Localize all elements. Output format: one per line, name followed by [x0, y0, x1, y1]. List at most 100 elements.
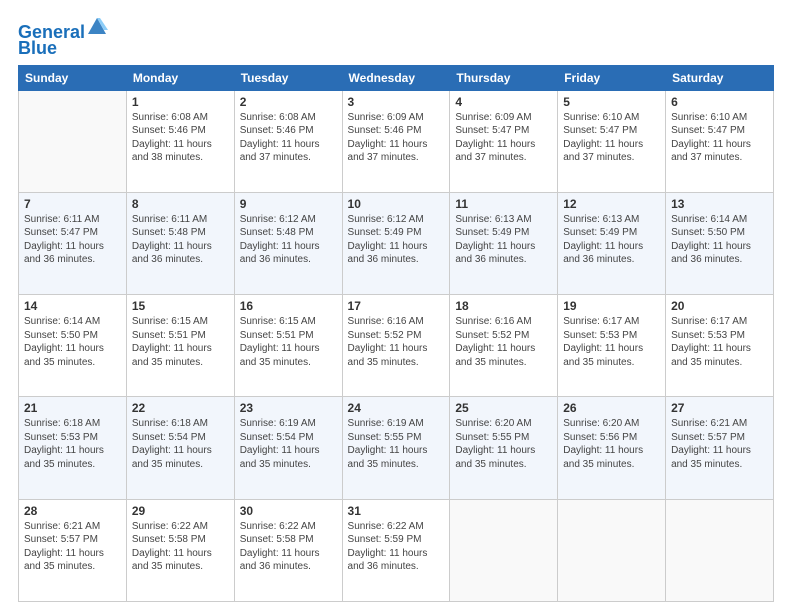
day-info: Sunrise: 6:09 AM Sunset: 5:46 PM Dayligh…	[348, 111, 445, 165]
day-number: 11	[455, 197, 552, 211]
day-cell-5: 5 Sunrise: 6:10 AM Sunset: 5:47 PM Daylig…	[558, 90, 666, 192]
day-cell-6: 6Sunrise: 6:10 AM Sunset: 5:47 PM Daylig…	[666, 90, 774, 192]
day-number: 20	[671, 299, 768, 313]
day-cell-12: 12 Sunrise: 6:13 AM Sunset: 5:49 PM Dayli…	[558, 192, 666, 294]
col-header-saturday: Saturday	[666, 65, 774, 90]
day-number: 19	[563, 299, 660, 313]
day-cell-29: 29Sunrise: 6:22 AM Sunset: 5:58 PM Dayli…	[126, 499, 234, 601]
day-info: Sunrise: 6:11 AM Sunset: 5:48 PM Dayligh…	[132, 213, 229, 267]
day-cell-25: 25 Sunrise: 6:20 AM Sunset: 5:55 PM Dayli…	[450, 397, 558, 499]
day-number: 28	[24, 504, 121, 518]
day-cell-20: 20 Sunrise: 6:17 AM Sunset: 5:53 PM Dayli…	[666, 295, 774, 397]
day-number: 31	[348, 504, 445, 518]
col-header-thursday: Thursday	[450, 65, 558, 90]
week-row-3: 14 Sunrise: 6:14 AM Sunset: 5:50 PM Dayli…	[19, 295, 774, 397]
header: General Blue	[18, 18, 774, 59]
col-header-sunday: Sunday	[19, 65, 127, 90]
day-info: Sunrise: 6:13 AM Sunset: 5:49 PM Dayligh…	[563, 213, 660, 267]
day-number: 1	[132, 95, 229, 109]
day-cell-16: 16 Sunrise: 6:15 AM Sunset: 5:51 PM Dayli…	[234, 295, 342, 397]
day-number: 24	[348, 401, 445, 415]
day-cell-7: 7 Sunrise: 6:11 AM Sunset: 5:47 PM Daylig…	[19, 192, 127, 294]
day-info: Sunrise: 6:14 AM Sunset: 5:50 PM Dayligh…	[24, 315, 121, 369]
day-info: Sunrise: 6:22 AM Sunset: 5:58 PM Dayligh…	[240, 520, 337, 574]
day-info: Sunrise: 6:14 AM Sunset: 5:50 PM Dayligh…	[671, 213, 768, 267]
day-cell-21: 21Sunrise: 6:18 AM Sunset: 5:53 PM Dayli…	[19, 397, 127, 499]
day-info: Sunrise: 6:22 AM Sunset: 5:59 PM Dayligh…	[348, 520, 445, 574]
day-number: 10	[348, 197, 445, 211]
day-cell-10: 10 Sunrise: 6:12 AM Sunset: 5:49 PM Dayli…	[342, 192, 450, 294]
day-info: Sunrise: 6:20 AM Sunset: 5:56 PM Dayligh…	[563, 417, 660, 471]
day-number: 27	[671, 401, 768, 415]
day-number: 9	[240, 197, 337, 211]
day-cell-11: 11 Sunrise: 6:13 AM Sunset: 5:49 PM Dayli…	[450, 192, 558, 294]
day-number: 22	[132, 401, 229, 415]
day-cell-30: 30 Sunrise: 6:22 AM Sunset: 5:58 PM Dayli…	[234, 499, 342, 601]
day-cell-14: 14 Sunrise: 6:14 AM Sunset: 5:50 PM Dayli…	[19, 295, 127, 397]
day-number: 12	[563, 197, 660, 211]
day-number: 2	[240, 95, 337, 109]
col-header-monday: Monday	[126, 65, 234, 90]
day-info: Sunrise: 6:17 AM Sunset: 5:53 PM Dayligh…	[671, 315, 768, 369]
day-cell-27: 27 Sunrise: 6:21 AM Sunset: 5:57 PM Dayli…	[666, 397, 774, 499]
day-info: Sunrise: 6:20 AM Sunset: 5:55 PM Dayligh…	[455, 417, 552, 471]
empty-cell	[666, 499, 774, 601]
day-cell-19: 19 Sunrise: 6:17 AM Sunset: 5:53 PM Dayli…	[558, 295, 666, 397]
day-info: Sunrise: 6:15 AM Sunset: 5:51 PM Dayligh…	[132, 315, 229, 369]
day-info: Sunrise: 6:18 AM Sunset: 5:53 PM Dayligh…	[24, 417, 121, 471]
day-number: 14	[24, 299, 121, 313]
page: General Blue SundayMondayTuesdayWednesda…	[0, 0, 792, 612]
day-info: Sunrise: 6:13 AM Sunset: 5:49 PM Dayligh…	[455, 213, 552, 267]
day-info: Sunrise: 6:18 AM Sunset: 5:54 PM Dayligh…	[132, 417, 229, 471]
day-cell-1: 1 Sunrise: 6:08 AM Sunset: 5:46 PM Daylig…	[126, 90, 234, 192]
day-cell-28: 28 Sunrise: 6:21 AM Sunset: 5:57 PM Dayli…	[19, 499, 127, 601]
day-number: 26	[563, 401, 660, 415]
calendar-body: 1 Sunrise: 6:08 AM Sunset: 5:46 PM Daylig…	[19, 90, 774, 601]
day-info: Sunrise: 6:17 AM Sunset: 5:53 PM Dayligh…	[563, 315, 660, 369]
week-row-5: 28 Sunrise: 6:21 AM Sunset: 5:57 PM Dayli…	[19, 499, 774, 601]
day-cell-31: 31 Sunrise: 6:22 AM Sunset: 5:59 PM Dayli…	[342, 499, 450, 601]
day-cell-15: 15Sunrise: 6:15 AM Sunset: 5:51 PM Dayli…	[126, 295, 234, 397]
week-row-4: 21Sunrise: 6:18 AM Sunset: 5:53 PM Dayli…	[19, 397, 774, 499]
empty-cell	[450, 499, 558, 601]
day-cell-26: 26 Sunrise: 6:20 AM Sunset: 5:56 PM Dayli…	[558, 397, 666, 499]
day-cell-17: 17Sunrise: 6:16 AM Sunset: 5:52 PM Dayli…	[342, 295, 450, 397]
day-info: Sunrise: 6:21 AM Sunset: 5:57 PM Dayligh…	[24, 520, 121, 574]
day-cell-3: 3 Sunrise: 6:09 AM Sunset: 5:46 PM Daylig…	[342, 90, 450, 192]
day-number: 23	[240, 401, 337, 415]
day-number: 13	[671, 197, 768, 211]
col-header-wednesday: Wednesday	[342, 65, 450, 90]
day-number: 18	[455, 299, 552, 313]
day-cell-9: 9Sunrise: 6:12 AM Sunset: 5:48 PM Daylig…	[234, 192, 342, 294]
day-cell-13: 13 Sunrise: 6:14 AM Sunset: 5:50 PM Dayli…	[666, 192, 774, 294]
day-info: Sunrise: 6:22 AM Sunset: 5:58 PM Dayligh…	[132, 520, 229, 574]
col-header-tuesday: Tuesday	[234, 65, 342, 90]
day-number: 5	[563, 95, 660, 109]
day-cell-2: 2 Sunrise: 6:08 AM Sunset: 5:46 PM Daylig…	[234, 90, 342, 192]
day-cell-8: 8 Sunrise: 6:11 AM Sunset: 5:48 PM Daylig…	[126, 192, 234, 294]
day-cell-24: 24Sunrise: 6:19 AM Sunset: 5:55 PM Dayli…	[342, 397, 450, 499]
calendar-table: SundayMondayTuesdayWednesdayThursdayFrid…	[18, 65, 774, 602]
day-info: Sunrise: 6:09 AM Sunset: 5:47 PM Dayligh…	[455, 111, 552, 165]
day-number: 17	[348, 299, 445, 313]
day-number: 25	[455, 401, 552, 415]
day-number: 16	[240, 299, 337, 313]
day-number: 30	[240, 504, 337, 518]
day-info: Sunrise: 6:10 AM Sunset: 5:47 PM Dayligh…	[671, 111, 768, 165]
day-info: Sunrise: 6:08 AM Sunset: 5:46 PM Dayligh…	[240, 111, 337, 165]
calendar-header: SundayMondayTuesdayWednesdayThursdayFrid…	[19, 65, 774, 90]
day-number: 8	[132, 197, 229, 211]
day-info: Sunrise: 6:12 AM Sunset: 5:49 PM Dayligh…	[348, 213, 445, 267]
day-number: 7	[24, 197, 121, 211]
logo: General Blue	[18, 20, 108, 59]
day-info: Sunrise: 6:21 AM Sunset: 5:57 PM Dayligh…	[671, 417, 768, 471]
day-info: Sunrise: 6:08 AM Sunset: 5:46 PM Dayligh…	[132, 111, 229, 165]
week-row-1: 1 Sunrise: 6:08 AM Sunset: 5:46 PM Daylig…	[19, 90, 774, 192]
day-info: Sunrise: 6:15 AM Sunset: 5:51 PM Dayligh…	[240, 315, 337, 369]
day-info: Sunrise: 6:10 AM Sunset: 5:47 PM Dayligh…	[563, 111, 660, 165]
col-header-friday: Friday	[558, 65, 666, 90]
day-number: 4	[455, 95, 552, 109]
day-cell-23: 23Sunrise: 6:19 AM Sunset: 5:54 PM Dayli…	[234, 397, 342, 499]
day-info: Sunrise: 6:11 AM Sunset: 5:47 PM Dayligh…	[24, 213, 121, 267]
day-number: 3	[348, 95, 445, 109]
